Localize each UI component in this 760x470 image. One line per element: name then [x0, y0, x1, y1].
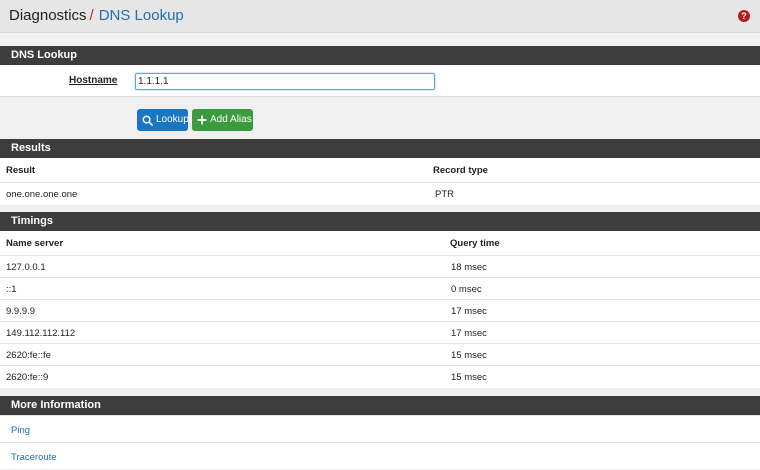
breadcrumb-section[interactable]: Diagnostics — [9, 7, 87, 24]
add-alias-button-label: Add Alias — [210, 114, 252, 125]
query-time: 17 msec — [451, 328, 487, 339]
breadcrumb: Diagnostics / DNS Lookup — [9, 7, 184, 25]
help-icon[interactable]: ? — [738, 10, 750, 22]
breadcrumb-separator: / — [89, 7, 94, 24]
table-row: 2620:fe::fe 15 msec — [0, 343, 760, 365]
query-time: 0 msec — [451, 284, 482, 295]
results-header-record-type: Record type — [433, 165, 488, 176]
name-server: 9.9.9.9 — [6, 306, 36, 317]
name-server: 2620:fe::fe — [6, 350, 51, 361]
hostname-label: Hostname — [69, 75, 118, 86]
timings-header-name-server: Name server — [6, 238, 64, 249]
lookup-button-label: Lookup — [156, 114, 189, 125]
table-row: 2620:fe::9 15 msec — [0, 365, 760, 387]
timings-table: Name server Query time 127.0.0.1 18 msec… — [0, 231, 760, 388]
traceroute-link[interactable]: Traceroute — [11, 452, 57, 463]
plus-icon — [197, 115, 207, 125]
list-item: Traceroute — [0, 442, 760, 469]
more-information-panel-header: More Information — [0, 396, 760, 415]
table-row: one.one.one.one PTR — [0, 182, 760, 204]
table-row: ::1 0 msec — [0, 277, 760, 299]
table-row: 149.112.112.112 17 msec — [0, 321, 760, 343]
name-server: 149.112.112.112 — [6, 328, 76, 339]
name-server: ::1 — [6, 284, 17, 295]
query-time: 17 msec — [451, 306, 487, 317]
results-table: Result Record type one.one.one.one PTR — [0, 158, 760, 205]
query-time: 15 msec — [451, 372, 487, 383]
list-item: Ping — [0, 415, 760, 442]
timings-header-query-time: Query time — [450, 238, 500, 249]
name-server: 127.0.0.1 — [6, 262, 46, 273]
search-icon — [142, 115, 153, 126]
query-time: 18 msec — [451, 262, 487, 273]
query-time: 15 msec — [451, 350, 487, 361]
dns-lookup-panel-header: DNS Lookup — [0, 46, 760, 65]
dns-lookup-form: Hostname — [0, 65, 760, 97]
results-header-result: Result — [6, 165, 36, 176]
timings-panel-header: Timings — [0, 212, 760, 231]
panel-gap — [0, 388, 760, 396]
table-row: 9.9.9.9 17 msec — [0, 299, 760, 321]
name-server: 2620:fe::9 — [6, 372, 49, 383]
ping-link[interactable]: Ping — [11, 425, 30, 436]
results-panel-header: Results — [0, 139, 760, 158]
add-alias-button[interactable]: Add Alias — [192, 109, 253, 131]
panel-gap — [0, 205, 760, 211]
result-value: one.one.one.one — [6, 189, 78, 200]
record-type-value: PTR — [435, 189, 454, 200]
top-bar: Diagnostics / DNS Lookup ? — [0, 0, 760, 33]
breadcrumb-page[interactable]: DNS Lookup — [99, 7, 184, 24]
table-row: 127.0.0.1 18 msec — [0, 255, 760, 277]
lookup-button[interactable]: Lookup — [137, 109, 189, 131]
hostname-input[interactable] — [135, 73, 435, 90]
